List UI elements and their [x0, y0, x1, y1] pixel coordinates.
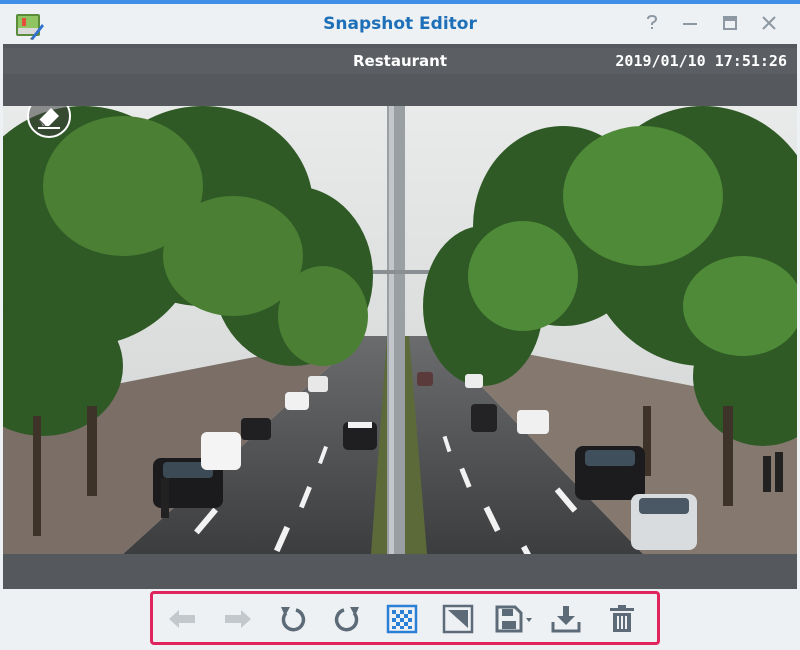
eraser-button[interactable]	[27, 106, 71, 138]
redo-button[interactable]	[221, 604, 255, 634]
help-button[interactable]	[640, 12, 664, 36]
mosaic-icon	[386, 604, 418, 634]
trash-icon	[610, 605, 634, 632]
download-button[interactable]	[549, 604, 583, 634]
rotate-right-icon	[334, 607, 359, 632]
close-icon	[762, 16, 776, 30]
snapshot-viewer: Restaurant 2019/01/10 17:51:26	[3, 44, 797, 589]
minimize-button[interactable]	[678, 12, 702, 36]
street-scene-image	[3, 106, 797, 554]
chevron-down-icon	[526, 618, 532, 622]
minimize-icon	[683, 23, 697, 25]
rotate-right-button[interactable]	[331, 604, 365, 634]
download-icon	[551, 606, 581, 633]
arrow-left-icon	[169, 610, 195, 628]
mosaic-button[interactable]	[385, 604, 419, 634]
arrow-right-icon	[225, 610, 251, 628]
maximize-icon	[723, 16, 737, 30]
eraser-icon	[38, 108, 60, 129]
undo-button[interactable]	[165, 604, 199, 634]
crop-mask-icon	[442, 604, 474, 634]
title-bar[interactable]: Snapshot Editor	[0, 4, 800, 44]
help-icon	[647, 15, 658, 29]
crop-mask-button[interactable]	[441, 604, 475, 634]
close-button[interactable]	[757, 12, 781, 36]
editor-toolbar	[150, 591, 660, 645]
rotate-left-icon	[281, 607, 306, 632]
snapshot-timestamp: 2019/01/10 17:51:26	[615, 52, 787, 70]
save-icon	[495, 605, 532, 633]
snapshot-image[interactable]	[3, 106, 797, 554]
camera-info-bar: Restaurant 2019/01/10 17:51:26	[3, 48, 797, 74]
delete-button[interactable]	[605, 604, 639, 634]
rotate-left-button[interactable]	[275, 604, 309, 634]
save-button[interactable]	[493, 604, 537, 634]
maximize-button[interactable]	[718, 12, 742, 36]
